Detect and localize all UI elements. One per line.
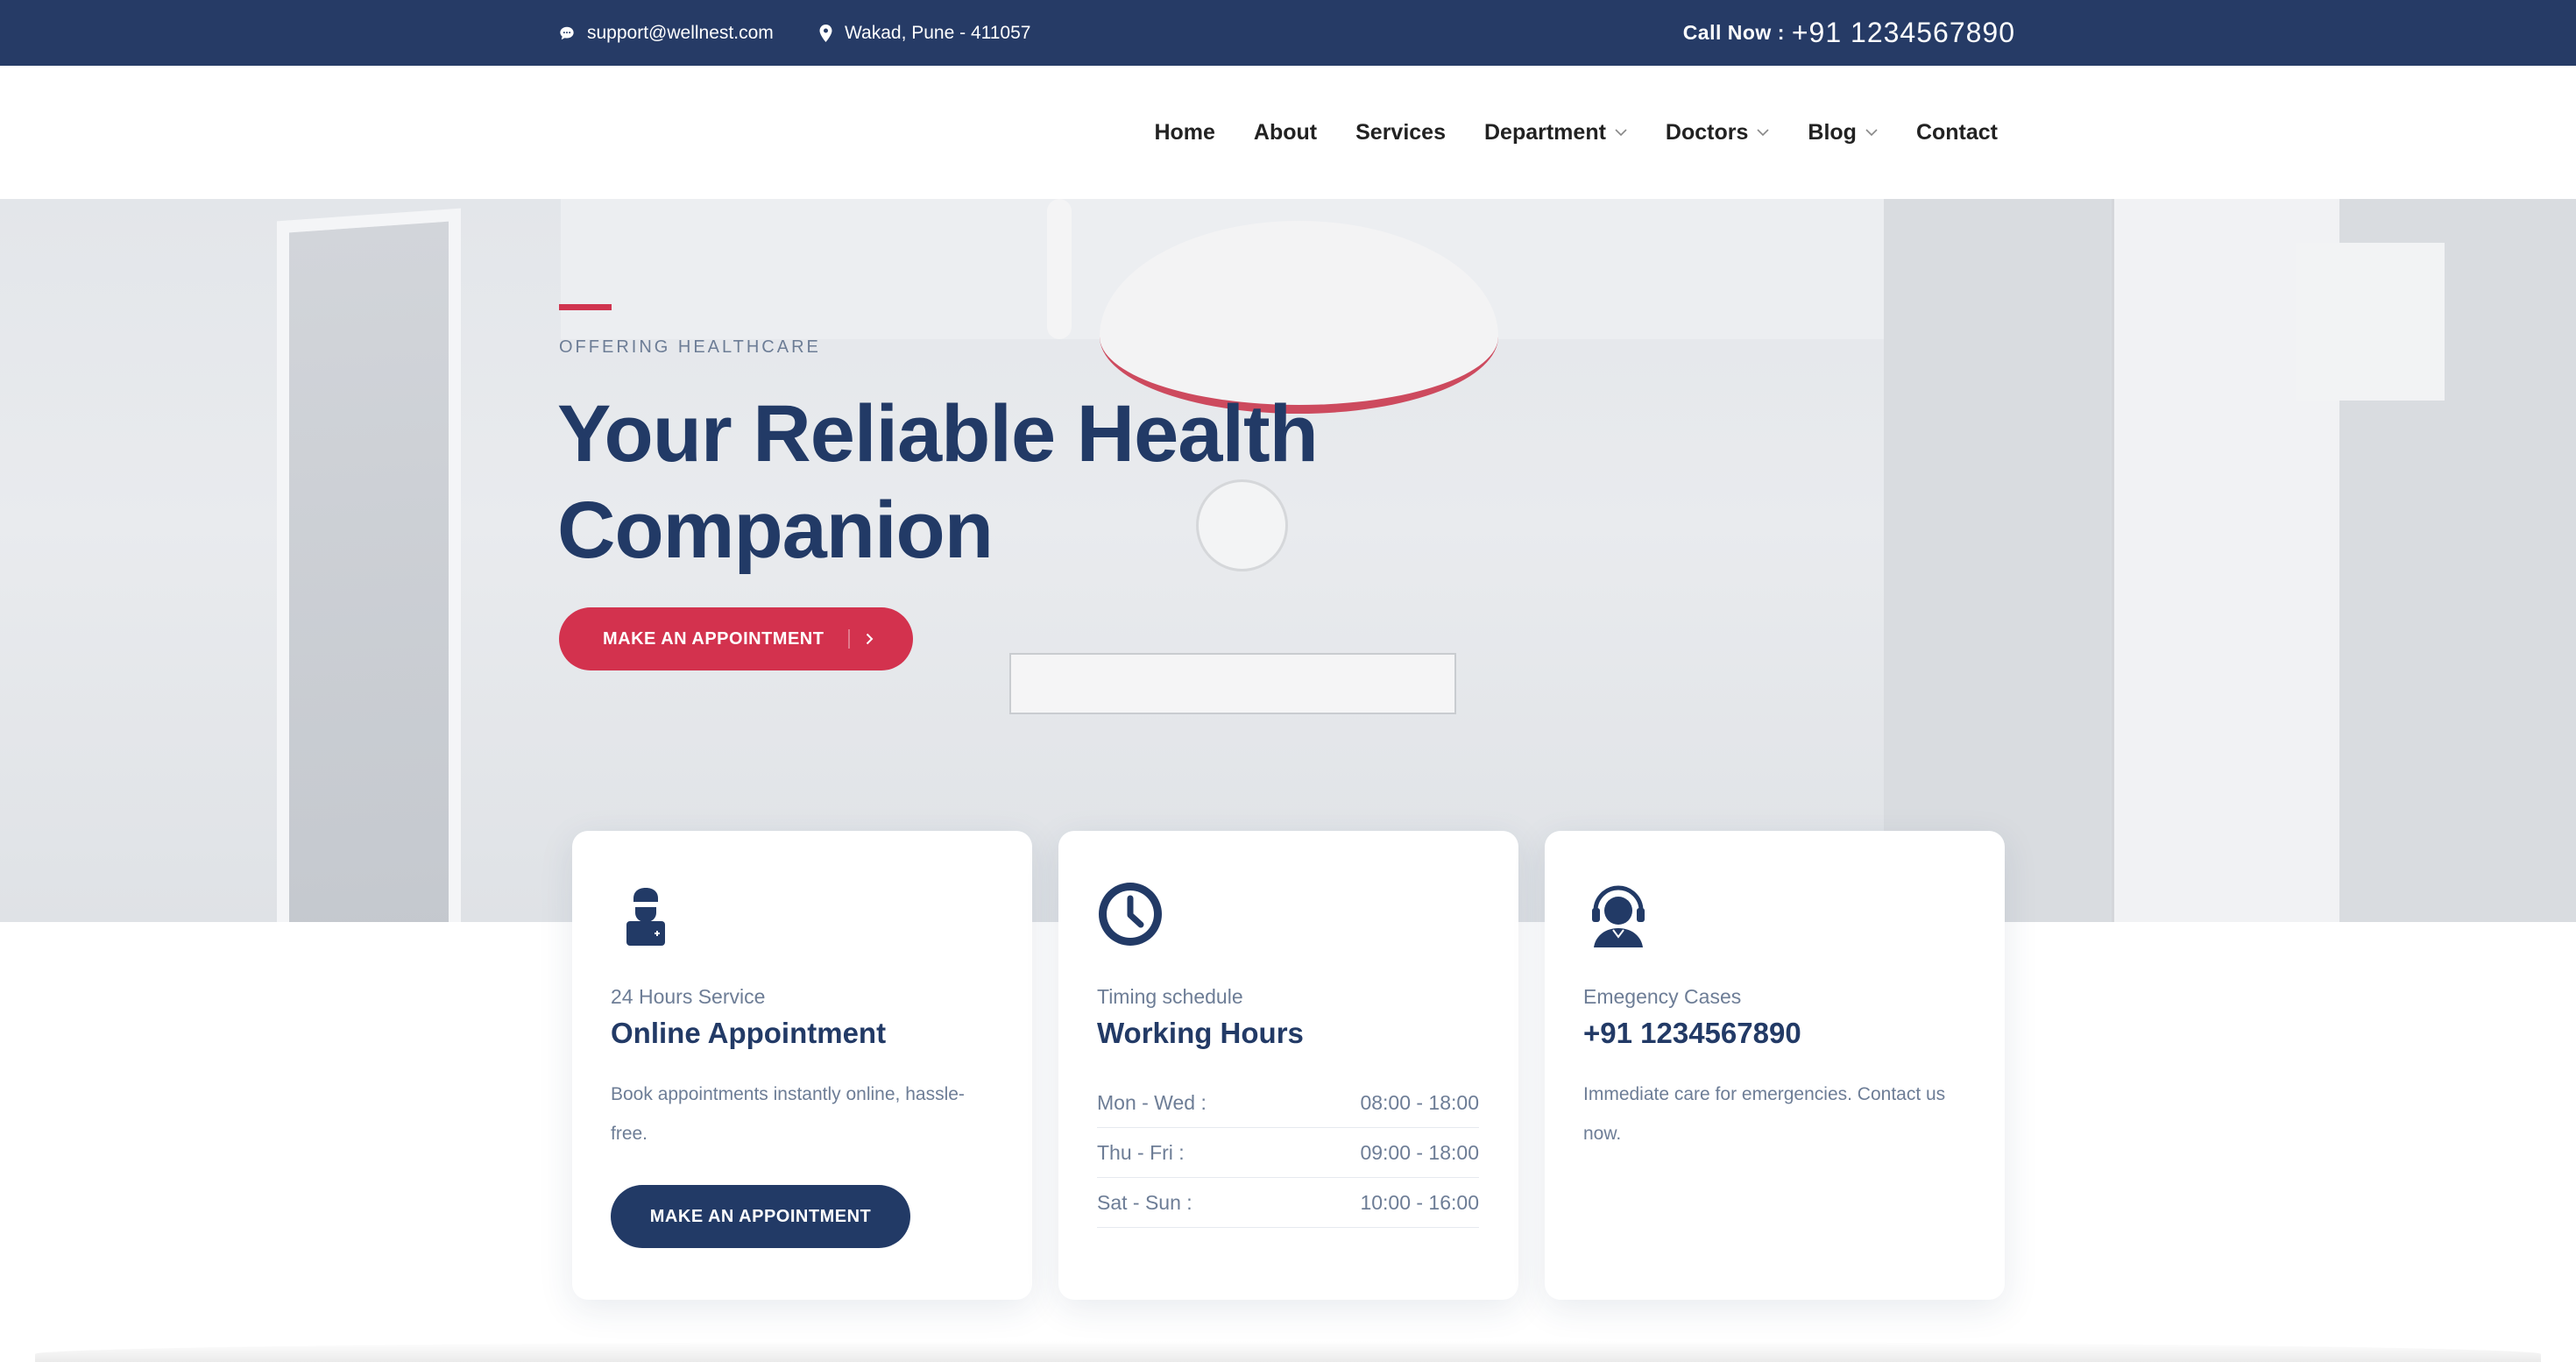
clock-icon bbox=[1099, 883, 1162, 946]
main-nav: Home About Services Department Doctors B… bbox=[1154, 66, 1998, 199]
hero-appointment-button[interactable]: MAKE AN APPOINTMENT bbox=[559, 607, 913, 670]
hero-background-window bbox=[277, 208, 461, 922]
nav-item-blog[interactable]: Blog bbox=[1808, 120, 1878, 145]
hero-title: Your Reliable Health Companion bbox=[557, 386, 1346, 578]
surgical-lamp-arm bbox=[1047, 199, 1072, 339]
headset-support-icon bbox=[1592, 885, 1645, 947]
emergency-card: Emegency Cases +91 1234567890 Immediate … bbox=[1545, 831, 2005, 1300]
hero-section: OFFERING HEALTHCARE Your Reliable Health… bbox=[0, 199, 2576, 922]
card-title: Online Appointment bbox=[611, 1017, 887, 1049]
nav-item-department[interactable]: Department bbox=[1484, 120, 1627, 145]
hours-day: Thu - Fri : bbox=[1097, 1140, 1185, 1164]
hero-title-line-2: Companion bbox=[557, 486, 994, 575]
card-description: Immediate care for emergencies. Contact … bbox=[1583, 1084, 1946, 1144]
section-shadow bbox=[35, 1341, 2541, 1362]
hours-time: 10:00 - 16:00 bbox=[1360, 1190, 1479, 1214]
nav-label: Home bbox=[1154, 119, 1215, 145]
button-divider bbox=[848, 629, 851, 649]
main-navbar: Home About Services Department Doctors B… bbox=[0, 66, 2576, 199]
card-subtitle: 24 Hours Service bbox=[611, 985, 766, 1008]
address-contact: Wakad, Pune - 411057 bbox=[819, 0, 1030, 66]
email-text: support@wellnest.com bbox=[587, 22, 774, 43]
nav-item-doctors[interactable]: Doctors bbox=[1666, 120, 1769, 145]
hero-title-line-1: Your Reliable Health bbox=[557, 389, 1319, 479]
chevron-down-icon bbox=[1865, 128, 1878, 136]
nav-label: Contact bbox=[1915, 119, 1998, 145]
nav-item-services[interactable]: Services bbox=[1355, 120, 1446, 145]
hours-day: Mon - Wed : bbox=[1097, 1090, 1207, 1114]
card-title: Working Hours bbox=[1097, 1017, 1304, 1049]
address-text: Wakad, Pune - 411057 bbox=[845, 22, 1031, 43]
nav-item-home[interactable]: Home bbox=[1154, 120, 1214, 145]
nav-item-about[interactable]: About bbox=[1254, 120, 1317, 145]
hours-time: 08:00 - 18:00 bbox=[1360, 1090, 1479, 1114]
card-appointment-button[interactable]: MAKE AN APPOINTMENT bbox=[611, 1185, 910, 1248]
map-pin-icon bbox=[819, 24, 832, 42]
wall-unit bbox=[2296, 243, 2445, 401]
nav-label: Department bbox=[1484, 119, 1606, 145]
call-label: Call Now : bbox=[1682, 21, 1785, 44]
hours-day: Sat - Sun : bbox=[1097, 1190, 1192, 1214]
doctor-icon bbox=[626, 888, 665, 946]
nav-label: Blog bbox=[1808, 119, 1857, 145]
card-subtitle: Timing schedule bbox=[1097, 985, 1243, 1008]
chevron-right-icon bbox=[867, 633, 874, 645]
hours-row: Sat - Sun : 10:00 - 16:00 bbox=[1097, 1178, 1479, 1228]
card-subtitle: Emegency Cases bbox=[1583, 985, 1742, 1008]
hero-cta-label: MAKE AN APPOINTMENT bbox=[603, 628, 824, 649]
nav-label: Services bbox=[1355, 119, 1446, 145]
hours-row: Thu - Fri : 09:00 - 18:00 bbox=[1097, 1128, 1479, 1178]
chevron-down-icon bbox=[1615, 128, 1627, 136]
emergency-phone[interactable]: +91 1234567890 bbox=[1583, 1017, 1801, 1050]
hours-time: 09:00 - 18:00 bbox=[1360, 1140, 1479, 1164]
call-number[interactable]: +91 1234567890 bbox=[1792, 17, 2015, 49]
email-contact[interactable]: support@wellnest.com bbox=[559, 0, 774, 66]
working-hours-table: Mon - Wed : 08:00 - 18:00 Thu - Fri : 09… bbox=[1097, 1078, 1479, 1228]
call-now[interactable]: Call Now : +91 1234567890 bbox=[1683, 0, 2015, 66]
top-bar: support@wellnest.com Wakad, Pune - 41105… bbox=[0, 0, 2576, 66]
card-description: Book appointments instantly online, hass… bbox=[611, 1084, 965, 1144]
hours-row: Mon - Wed : 08:00 - 18:00 bbox=[1097, 1078, 1479, 1128]
nav-item-contact[interactable]: Contact bbox=[1916, 120, 1998, 145]
nav-label: Doctors bbox=[1665, 119, 1749, 145]
chevron-down-icon bbox=[1757, 128, 1769, 136]
hero-accent-line bbox=[559, 304, 612, 310]
nav-label: About bbox=[1253, 119, 1318, 145]
working-hours-card: Timing schedule Working Hours Mon - Wed … bbox=[1058, 831, 1518, 1300]
online-appointment-card: 24 Hours Service Online Appointment Book… bbox=[572, 831, 1032, 1300]
hero-kicker: OFFERING HEALTHCARE bbox=[559, 337, 821, 357]
chat-bubble-icon bbox=[560, 26, 574, 39]
medical-gas-panel bbox=[1009, 653, 1456, 714]
